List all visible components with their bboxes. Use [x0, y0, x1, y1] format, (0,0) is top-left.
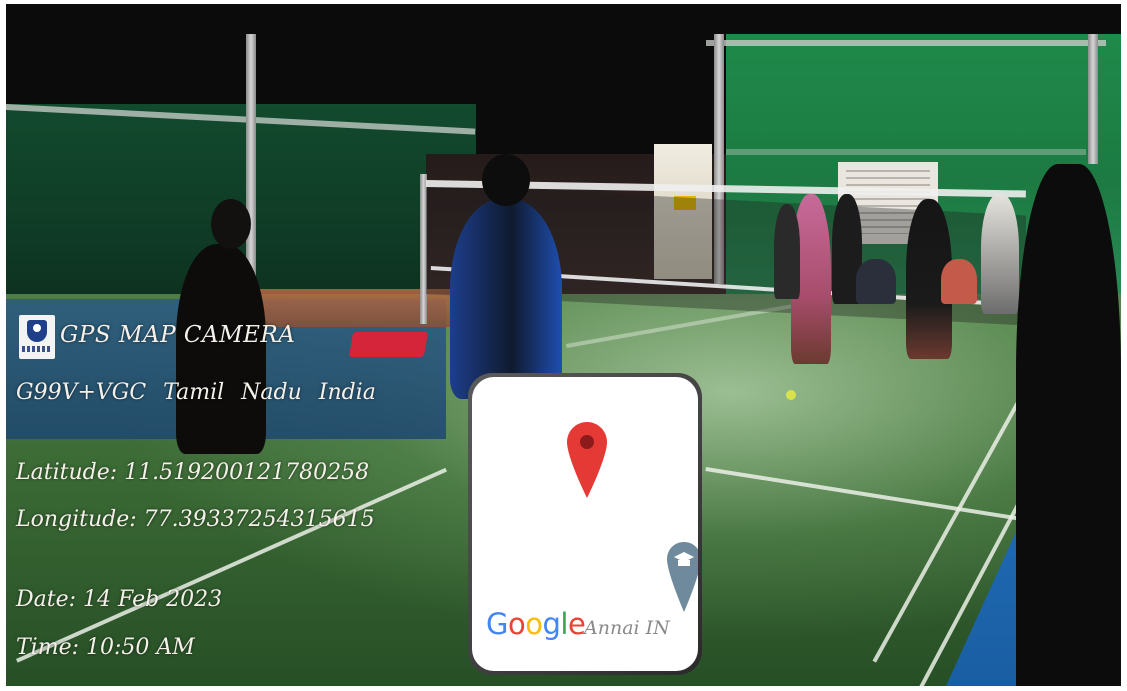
roof-beam: [726, 149, 1086, 155]
latitude-label: Latitude: 11.519200121780258: [16, 460, 370, 485]
map-thumbnail: Google Annai IN: [472, 377, 698, 671]
spectator-seated: [856, 259, 896, 304]
player-blue-shirt: [450, 199, 562, 399]
spectator-white-shirt: [981, 194, 1019, 314]
support-pole: [1088, 34, 1098, 164]
logo-caption: [22, 346, 52, 352]
date-label: Date: 14 Feb 2023: [16, 587, 223, 612]
spectator: [774, 204, 800, 299]
google-logo: Google: [486, 607, 586, 641]
roof-beam: [706, 40, 1106, 46]
red-mat: [348, 332, 429, 357]
location-address: G99V+VGC Tamil Nadu India: [16, 380, 376, 405]
location-pin-icon: [567, 422, 607, 498]
player-head: [482, 154, 530, 206]
app-name: GPS MAP CAMERA: [60, 322, 296, 348]
person-head: [211, 199, 251, 249]
logo-dot: [33, 324, 41, 332]
spectator-seated: [941, 259, 977, 304]
shuttlecock: [786, 390, 796, 400]
time-label: Time: 10:50 AM: [16, 635, 195, 660]
map-place-label: Annai IN: [584, 617, 670, 639]
photo-scene: GPS MAP CAMERA G99V+VGC Tamil Nadu India…: [6, 4, 1121, 686]
foreground-person: [1016, 164, 1121, 686]
longitude-label: Longitude: 77.39337254315615: [16, 507, 375, 532]
school-poi-icon: [667, 542, 698, 612]
person-silhouette: [176, 244, 266, 454]
